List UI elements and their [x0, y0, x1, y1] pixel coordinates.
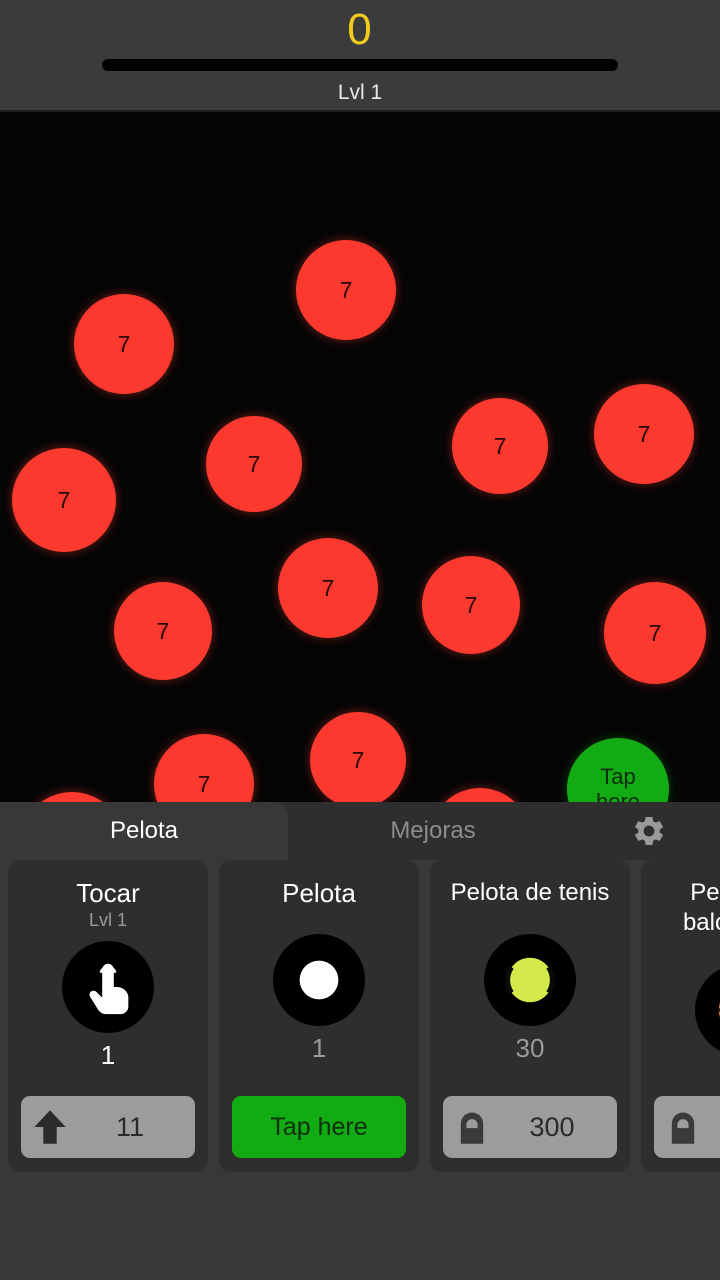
upgrade-card[interactable]: Pelota de tenis 30 300 [430, 860, 630, 1172]
card-locked-button[interactable] [654, 1096, 720, 1158]
ball-bubble-value: 7 [156, 618, 170, 644]
card-icon-disc [484, 934, 576, 1026]
ball-bubble[interactable]: 7 [452, 398, 548, 494]
level-label: Lvl 1 [337, 81, 383, 104]
card-button-cost: 11 [115, 1111, 145, 1142]
ball-bubble[interactable]: 7 [206, 416, 302, 512]
ball-bubble[interactable]: 7 [114, 582, 212, 680]
settings-button[interactable] [578, 802, 720, 860]
card-count: 1 [311, 1033, 327, 1063]
level-progress-bar [102, 59, 618, 71]
tap-hand-icon [89, 963, 129, 1015]
tap-here-bubble[interactable]: Tap here [567, 738, 669, 802]
card-icon-disc [273, 934, 365, 1026]
card-count: 1 [100, 1040, 116, 1070]
tennis-ball-icon [505, 957, 555, 1003]
ball-bubble[interactable]: 7 [74, 294, 174, 394]
white-ball-icon [299, 960, 339, 1000]
tab-mejoras-label: Mejoras [390, 817, 476, 844]
ball-bubble[interactable]: 7 [296, 240, 396, 340]
ball-bubble-value: 7 [197, 771, 211, 797]
ball-bubble[interactable]: 7 [154, 734, 254, 802]
ball-bubble[interactable]: 7 [430, 788, 530, 802]
card-button-icon-slot [21, 1108, 79, 1146]
ball-bubble[interactable]: 7 [278, 538, 378, 638]
card-level-label: Lvl 1 [88, 910, 128, 930]
lock-icon [671, 1112, 695, 1144]
card-button-cost: 300 [529, 1111, 575, 1142]
footer-spacer [0, 1180, 720, 1280]
upgrade-card[interactable]: Pelota 1 Tap here [219, 860, 419, 1172]
card-button-icon-slot [654, 1108, 712, 1146]
card-title: Pelota [282, 878, 356, 908]
lock-icon [460, 1112, 484, 1144]
ball-bubble-value: 7 [637, 421, 651, 447]
score-display: 0 [347, 5, 373, 54]
ball-bubble-value: 7 [339, 277, 353, 303]
basketball-icon [718, 1002, 720, 1018]
card-upgrade-button[interactable]: 11 [21, 1096, 195, 1158]
tab-mejoras[interactable]: Mejoras [288, 802, 578, 860]
upgrade-card-row[interactable]: Tocar Lvl 1 1 11 Pelota 1 Tap here Pelota de te… [0, 860, 720, 1180]
play-area[interactable]: 7 7 7 7 7 7 7 7 7 7 7 7 7 7 Taphere [0, 112, 720, 802]
ball-bubble-value: 7 [493, 433, 507, 459]
ball-bubble[interactable]: 7 [310, 712, 406, 802]
upgrade-card[interactable]: Pelota de baloncesto [641, 860, 720, 1172]
card-locked-button[interactable]: 300 [443, 1096, 617, 1158]
card-title: Pelota de baloncesto [682, 879, 720, 936]
card-button-icon-slot [443, 1108, 501, 1146]
ball-bubble-value: 7 [247, 451, 261, 477]
ball-bubble-value: 7 [117, 331, 131, 357]
up-arrow-icon [34, 1110, 66, 1144]
upgrade-card[interactable]: Tocar Lvl 1 1 11 [8, 860, 208, 1172]
card-title: Pelota de tenis [450, 879, 610, 906]
card-tap-here-button[interactable]: Tap here [232, 1096, 406, 1158]
ball-bubble-value: 7 [321, 575, 335, 601]
ball-bubble-value: 7 [464, 592, 478, 618]
card-icon-disc [695, 964, 720, 1056]
game-screen: 0 Lvl 1 7 7 7 7 7 7 7 7 7 7 7 7 7 7 Taphere Pelota Mej… [0, 0, 720, 1280]
ball-bubble[interactable]: 7 [422, 556, 520, 654]
ball-bubble[interactable]: 7 [594, 384, 694, 484]
tab-bar: Pelota Mejoras [0, 802, 720, 860]
ball-bubble-value: 7 [648, 620, 662, 646]
tab-pelota[interactable]: Pelota [0, 802, 288, 860]
gear-icon [635, 816, 663, 846]
card-icon-disc [62, 941, 154, 1033]
card-title: Tocar [76, 878, 140, 908]
header-bar: 0 Lvl 1 [0, 0, 720, 112]
ball-bubble[interactable]: 7 [604, 582, 706, 684]
ball-bubble-value: 7 [57, 487, 71, 513]
card-button-label: Tap here [270, 1112, 368, 1141]
tab-pelota-label: Pelota [109, 817, 179, 844]
ball-bubble-value: 7 [351, 747, 365, 773]
ball-bubble[interactable]: 7 [12, 448, 116, 552]
ball-bubble[interactable]: 7 [20, 792, 124, 802]
tap-here-bubble-label: Tap here [595, 764, 641, 802]
card-count: 30 [515, 1033, 545, 1063]
